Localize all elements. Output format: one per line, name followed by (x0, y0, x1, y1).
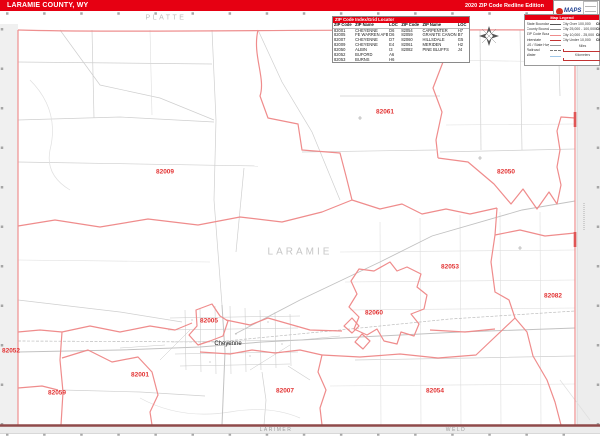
index-col-header: ZIP Code (333, 22, 355, 29)
map-page: 82061 82009 82050 82053 82082 82060 82005 82052… (0, 0, 600, 436)
scale-bar-km: Kilometers (562, 53, 600, 62)
legend-line-sample (549, 39, 561, 41)
index-table-cell (421, 58, 456, 63)
index-table-cell (400, 58, 421, 63)
title-bar: LARAMIE COUNTY, WY 2020 ZIP Code Redline… (0, 0, 553, 11)
legend-city-class: City Under 10,000City (563, 38, 600, 43)
roads-grid-east (17, 29, 576, 426)
outside-bottom-strip (0, 426, 600, 434)
legend-line-items: State BoundaryCounty BoundaryZIP Code Bo… (527, 22, 561, 61)
zip-index-table: ZIP Code Index/Grid Locator ZIP Code ZIP … (332, 16, 470, 64)
legend-city-items: City Over 100,000CityCity 25,000 - 100,0… (563, 22, 600, 44)
map-legend: Map Legend State BoundaryCounty Boundary… (524, 14, 600, 66)
legend-line-sample (549, 55, 561, 57)
streams (29, 79, 591, 421)
map-canvas (0, 12, 600, 436)
index-table-cell: 82053 (334, 57, 346, 62)
outside-left-strip (0, 24, 18, 426)
index-table-cell: BURNS (355, 57, 370, 62)
place-markers (358, 116, 522, 250)
zip-boundaries (17, 29, 576, 426)
legend-line-sample (549, 24, 561, 26)
index-table-cell: H6 (389, 57, 395, 62)
legend-item-water: Water (527, 53, 561, 58)
compass-icon (479, 26, 499, 46)
page-title: LARAMIE COUNTY, WY (7, 2, 89, 9)
index-table-cell (457, 58, 469, 63)
index-col-header: ZIP Code (400, 22, 422, 29)
roads-minor (17, 29, 576, 426)
city-sample: City (595, 38, 600, 43)
county-border (0, 29, 600, 427)
roads-major (17, 200, 576, 426)
edition-label: 2020 ZIP Code Redline Edition (464, 2, 544, 9)
grid-ticks (0, 12, 600, 436)
index-table-row: 82053 BURNS H6 (333, 58, 469, 63)
legend-line-sample (549, 45, 561, 47)
legend-line-sample (549, 29, 561, 31)
legend-line-sample (549, 34, 561, 36)
legend-line-sample (549, 50, 561, 52)
outside-right-strip (577, 24, 600, 426)
scale-bar-miles: Miles (562, 44, 600, 53)
